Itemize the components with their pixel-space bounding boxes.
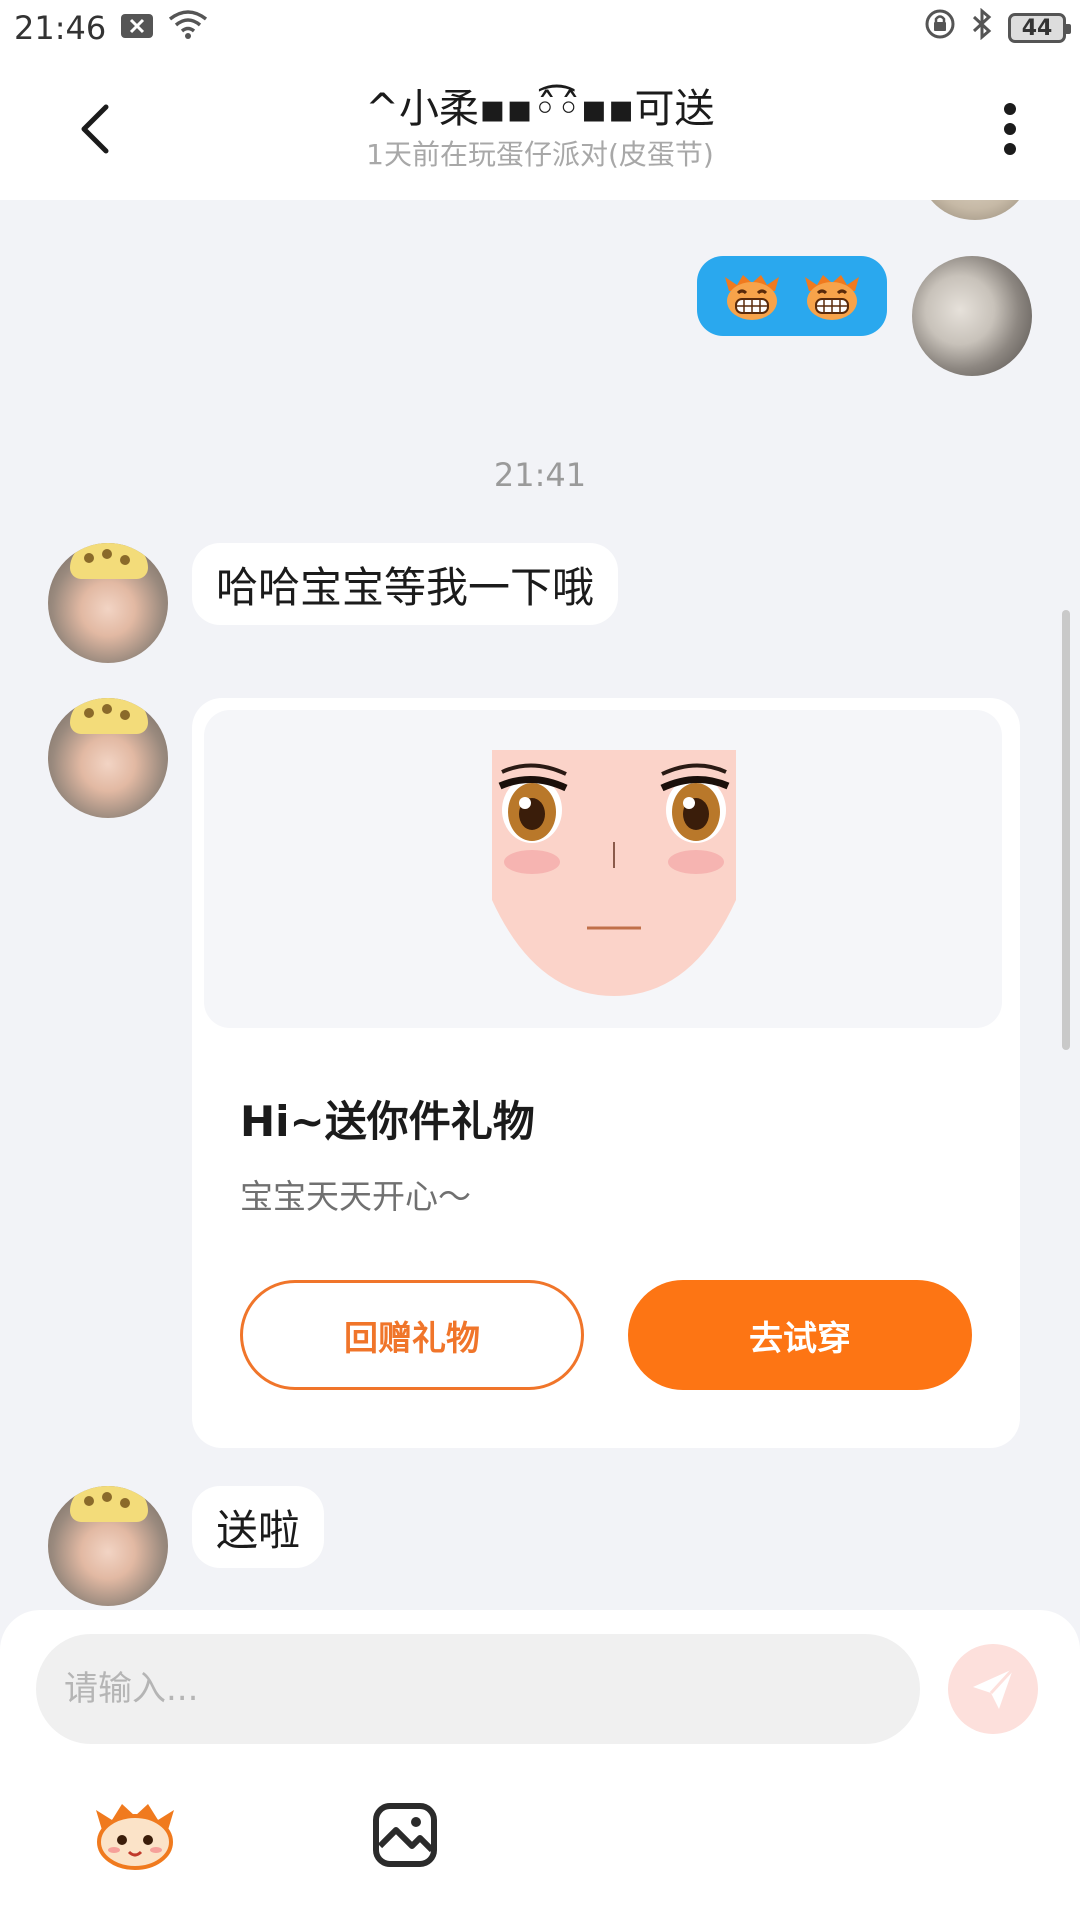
mascot-emoji-icon bbox=[96, 1804, 174, 1870]
status-time: 21:46 bbox=[14, 9, 107, 47]
grin-emoji-icon bbox=[805, 275, 859, 320]
more-options-button[interactable] bbox=[980, 94, 1040, 164]
chat-scrollbar[interactable] bbox=[1062, 610, 1070, 1050]
peer-avatar[interactable] bbox=[48, 698, 168, 818]
chat-header: ^小柔▪︎▪︎◦̂͡◦̂▪︎▪︎可送 1天前在玩蛋仔派对(皮蛋节) bbox=[0, 56, 1080, 200]
avatar-hat-decoration bbox=[70, 1486, 148, 1522]
avatar-hat-decoration bbox=[70, 543, 148, 579]
notification-icon bbox=[120, 9, 154, 47]
gift-image[interactable] bbox=[204, 710, 1002, 1028]
message-timestamp: 21:41 bbox=[493, 456, 587, 494]
status-bar: 21:46 44 bbox=[0, 0, 1080, 56]
page-title: ^小柔▪︎▪︎◦̂͡◦̂▪︎▪︎可送 bbox=[365, 86, 715, 132]
gift-card[interactable]: Hi~送你件礼物 宝宝天天开心～ 回赠礼物 去试穿 bbox=[192, 698, 1020, 1448]
avatar-hat-decoration bbox=[70, 698, 148, 734]
back-button[interactable] bbox=[60, 94, 130, 164]
more-vertical-icon bbox=[1004, 103, 1016, 155]
peer-message-bubble[interactable]: 送啦 bbox=[192, 1486, 325, 1568]
peer-avatar[interactable] bbox=[48, 543, 168, 663]
emoji-sticker-button[interactable] bbox=[90, 1790, 180, 1880]
image-icon bbox=[373, 1803, 437, 1867]
chevron-left-icon bbox=[81, 104, 109, 154]
my-avatar[interactable] bbox=[912, 256, 1032, 376]
gift-title: Hi~送你件礼物 bbox=[240, 1097, 535, 1146]
header-titles: ^小柔▪︎▪︎◦̂͡◦̂▪︎▪︎可送 1天前在玩蛋仔派对(皮蛋节) bbox=[365, 82, 714, 174]
avatar-face-gift-image bbox=[492, 750, 736, 996]
chat-area[interactable]: 21:41 哈哈宝宝等我一下哦 Hi~送你件礼物 宝宝天天开心～ 回赠礼物 去试… bbox=[0, 200, 1080, 1610]
return-gift-button[interactable]: 回赠礼物 bbox=[240, 1280, 584, 1390]
message-text: 送啦 bbox=[216, 1505, 301, 1555]
try-on-button[interactable]: 去试穿 bbox=[628, 1280, 972, 1390]
bluetooth-icon bbox=[970, 7, 994, 48]
message-composer bbox=[0, 1610, 1080, 1920]
grin-emoji-icon bbox=[725, 275, 779, 320]
peer-avatar[interactable] bbox=[48, 1486, 168, 1606]
gift-description: 宝宝天天开心～ bbox=[240, 1177, 471, 1216]
page-subtitle: 1天前在玩蛋仔派对(皮蛋节) bbox=[366, 138, 714, 171]
wifi-icon bbox=[168, 9, 208, 47]
battery-icon: 44 bbox=[1008, 13, 1071, 43]
peer-message-bubble[interactable]: 哈哈宝宝等我一下哦 bbox=[192, 543, 619, 625]
message-input[interactable] bbox=[36, 1634, 920, 1744]
paper-plane-icon bbox=[973, 1667, 1015, 1709]
lock-rotation-icon bbox=[924, 8, 956, 48]
my-avatar-previous[interactable] bbox=[920, 200, 1030, 220]
image-picker-button[interactable] bbox=[360, 1790, 450, 1880]
message-text: 哈哈宝宝等我一下哦 bbox=[216, 562, 595, 612]
send-button[interactable] bbox=[948, 1644, 1038, 1734]
my-message-bubble[interactable] bbox=[697, 256, 887, 336]
